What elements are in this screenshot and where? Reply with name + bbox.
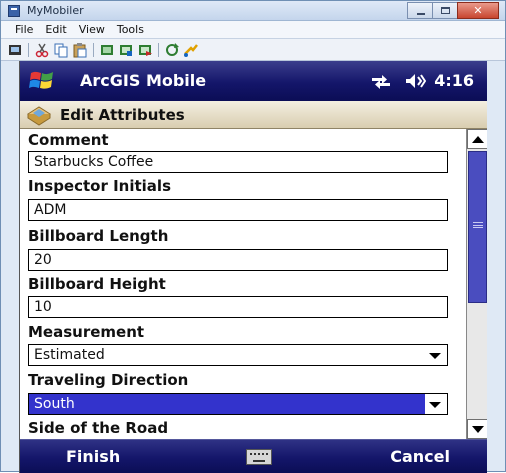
measurement-value: Estimated: [34, 347, 105, 363]
close-icon: ✕: [473, 4, 483, 17]
connectivity-icon[interactable]: [370, 72, 392, 90]
settings-icon[interactable]: [183, 42, 199, 58]
traveling-direction-value: South: [34, 396, 75, 412]
minimize-button[interactable]: [407, 2, 433, 19]
menu-tools[interactable]: Tools: [111, 21, 150, 38]
maximize-icon: [441, 7, 450, 14]
softkey-bar: Finish Cancel: [20, 439, 487, 473]
app-title: ArcGIS Mobile: [80, 71, 207, 90]
toolbar: [1, 39, 505, 61]
refresh-icon[interactable]: [164, 42, 180, 58]
device-screen: ArcGIS Mobile 4:16 Edit Attributes Comme…: [19, 61, 487, 473]
toolbar-separator: [93, 42, 94, 57]
clock[interactable]: 4:16: [434, 71, 474, 90]
inspector-initials-field[interactable]: ADM: [28, 199, 448, 221]
cancel-button[interactable]: Cancel: [390, 447, 450, 466]
finish-button[interactable]: Finish: [66, 447, 120, 466]
device-icon[interactable]: [7, 42, 23, 58]
page-title: Edit Attributes: [60, 106, 185, 124]
measurement-label: Measurement: [28, 323, 145, 341]
billboard-length-field[interactable]: 20: [28, 249, 448, 271]
maximize-button[interactable]: [432, 2, 458, 19]
mymobiler-window: MyMobiler ✕ File Edit View Tools ArcGIS …: [0, 0, 506, 473]
copy-icon[interactable]: [53, 42, 69, 58]
keyboard-icon[interactable]: [246, 449, 272, 465]
toolbar-separator: [28, 42, 29, 57]
billboard-height-label: Billboard Height: [28, 275, 166, 293]
scroll-up-arrow-icon[interactable]: [467, 129, 487, 149]
vertical-scrollbar[interactable]: [466, 129, 487, 439]
screen-capture-icon[interactable]: [99, 42, 115, 58]
header-bar: Edit Attributes: [20, 101, 487, 129]
screen-send-icon[interactable]: [137, 42, 153, 58]
status-bar: ArcGIS Mobile 4:16: [20, 61, 487, 101]
window-controls: ✕: [407, 2, 499, 20]
screen-save-icon[interactable]: [118, 42, 134, 58]
traveling-direction-dropdown[interactable]: South: [28, 393, 448, 415]
status-icons: 4:16: [370, 71, 474, 90]
cut-icon[interactable]: [34, 42, 50, 58]
grip-icon: [473, 222, 483, 228]
billboard-height-field[interactable]: 10: [28, 296, 448, 318]
window-titlebar: MyMobiler ✕: [1, 1, 505, 21]
comment-label: Comment: [28, 131, 109, 149]
paste-icon[interactable]: [72, 42, 88, 58]
dropdown-button[interactable]: [425, 394, 447, 414]
volume-icon[interactable]: [404, 72, 427, 90]
app-icon: [8, 5, 20, 17]
side-of-road-label: Side of the Road: [28, 419, 169, 437]
form-edit-icon: [26, 104, 52, 126]
windows-start-icon[interactable]: [29, 69, 55, 93]
chevron-down-icon[interactable]: [429, 353, 441, 359]
menu-edit[interactable]: Edit: [39, 21, 72, 38]
window-title: MyMobiler: [27, 4, 84, 17]
billboard-length-label: Billboard Length: [28, 227, 169, 245]
traveling-direction-label: Traveling Direction: [28, 371, 189, 389]
toolbar-separator: [158, 42, 159, 57]
chevron-down-icon: [429, 402, 441, 408]
menu-bar: File Edit View Tools: [1, 21, 505, 39]
scroll-down-arrow-icon[interactable]: [467, 419, 487, 439]
measurement-dropdown[interactable]: Estimated: [28, 344, 448, 366]
minimize-icon: [417, 13, 425, 15]
comment-field[interactable]: Starbucks Coffee: [28, 151, 448, 173]
attribute-form: Comment Starbucks Coffee Inspector Initi…: [20, 129, 466, 439]
close-button[interactable]: ✕: [457, 2, 499, 19]
scroll-thumb[interactable]: [468, 151, 487, 303]
menu-view[interactable]: View: [73, 21, 111, 38]
menu-file[interactable]: File: [9, 21, 39, 38]
inspector-initials-label: Inspector Initials: [28, 177, 171, 195]
